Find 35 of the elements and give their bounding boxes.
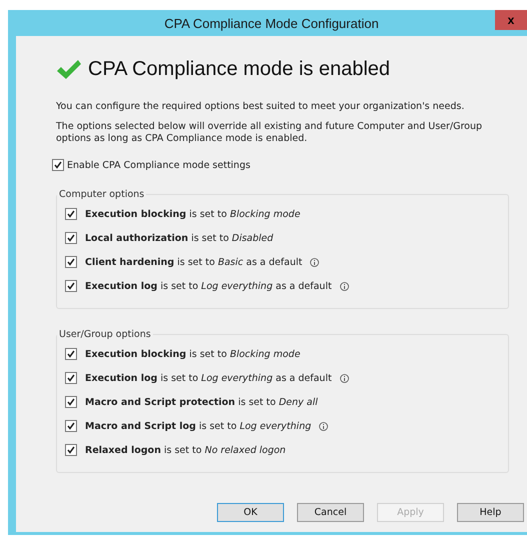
option-text: Macro and Script protection is set to Deny all — [85, 396, 318, 408]
option-text: Local authorization is set to Disabled — [85, 232, 274, 244]
group-title: User/Group options — [58, 329, 152, 340]
info-icon — [319, 422, 328, 430]
window-title: CPA Compliance Mode Configuration — [163, 16, 380, 30]
option-text: Execution log is set to Log everything as a default — [85, 280, 332, 292]
option-text: Relaxed logon is set to No relaxed logon — [85, 444, 286, 456]
checkbox[interactable] — [65, 256, 77, 268]
dialog-button[interactable]: OK — [217, 503, 284, 522]
checkmark-icon — [56, 58, 82, 80]
checkbox[interactable] — [52, 159, 64, 171]
checkbox-label: Enable CPA Compliance mode settings — [67, 160, 250, 170]
info-icon — [340, 374, 349, 382]
checkbox[interactable] — [65, 232, 77, 244]
checkbox[interactable] — [65, 420, 77, 432]
checkbox[interactable] — [65, 444, 77, 456]
option-text: Macro and Script log is set to Log everything — [85, 420, 312, 432]
heading: CPA Compliance mode is enabled — [88, 58, 390, 81]
checkbox[interactable] — [65, 208, 77, 220]
option-text: Client hardening is set to Basic as a default — [85, 256, 302, 268]
option-text: Execution blocking is set to Blocking mode — [85, 348, 300, 360]
close-button[interactable]: x — [495, 10, 527, 30]
checkbox[interactable] — [65, 396, 77, 408]
dialog-button[interactable]: Help — [457, 503, 524, 522]
checkbox[interactable] — [65, 348, 77, 360]
info-icon — [310, 258, 320, 266]
description-text: You can configure the required options best suited to meet your organization's needs. — [56, 101, 466, 113]
option-text: Execution log is set to Log everything as a default — [85, 372, 332, 384]
checkbox[interactable] — [65, 372, 77, 384]
dialog-button[interactable]: Cancel — [297, 503, 364, 522]
checkbox[interactable] — [65, 280, 77, 292]
info-icon — [340, 282, 349, 290]
option-text: Execution blocking is set to Blocking mode — [85, 208, 300, 220]
description-text: The options selected below will override all existing and future Computer and User/Group options as long as CPA Compliance mode is enabled. — [56, 121, 484, 145]
group-title: Computer options — [58, 189, 146, 200]
